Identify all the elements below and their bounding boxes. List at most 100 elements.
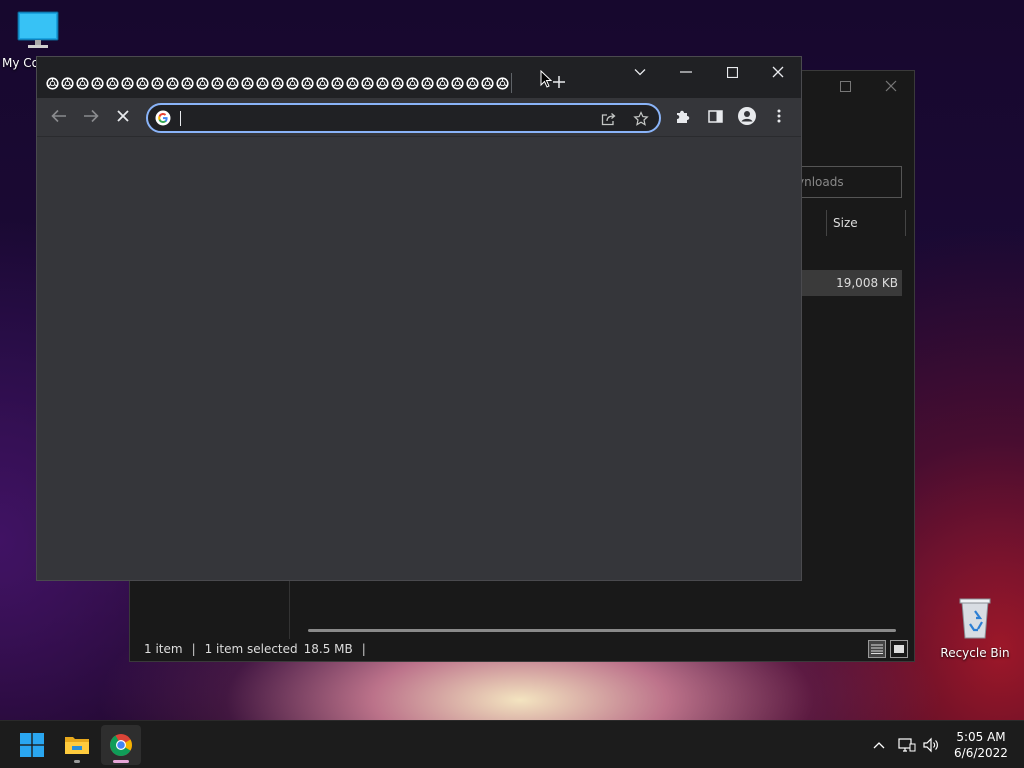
taskbar-file-explorer[interactable] (57, 725, 97, 765)
volume-button[interactable] (920, 733, 942, 757)
maximize-icon (726, 66, 738, 78)
chrome-menu-button[interactable] (765, 102, 793, 130)
chrome-favicon-icon (346, 76, 359, 90)
chrome-favicon-icon (316, 76, 329, 90)
chrome-favicon-icon (76, 76, 89, 90)
side-panel-button[interactable] (701, 102, 729, 130)
plus-icon (553, 76, 565, 88)
close-button[interactable] (755, 57, 801, 87)
address-bar[interactable] (146, 103, 661, 133)
browser-tab[interactable] (195, 73, 210, 93)
details-view-button[interactable] (868, 640, 886, 658)
status-size: 18.5 MB (303, 642, 353, 656)
chrome-favicon-icon (46, 76, 59, 90)
stop-button[interactable] (109, 102, 137, 130)
google-icon (155, 110, 171, 126)
page-content-area[interactable] (37, 137, 801, 580)
clock-date: 6/6/2022 (954, 746, 1008, 760)
extensions-button[interactable] (669, 102, 697, 130)
tab-search-button[interactable] (617, 57, 663, 87)
browser-tab[interactable] (285, 73, 300, 93)
browser-tab[interactable] (135, 73, 150, 93)
chrome-icon (110, 734, 132, 756)
browser-tab[interactable] (390, 73, 405, 93)
maximize-button[interactable] (709, 57, 755, 87)
address-input[interactable] (184, 105, 594, 131)
chrome-favicon-icon (241, 76, 254, 90)
browser-tab[interactable] (210, 73, 225, 93)
chrome-toolbar (37, 98, 801, 137)
browser-tab[interactable] (45, 73, 60, 93)
chrome-favicon-icon (166, 76, 179, 90)
browser-tab[interactable] (75, 73, 90, 93)
column-header-size[interactable]: Size (826, 210, 906, 236)
maximize-icon (839, 80, 851, 92)
chrome-favicon-icon (376, 76, 389, 90)
large-icons-view-button[interactable] (890, 640, 908, 658)
chrome-favicon-icon (466, 76, 479, 90)
browser-tab[interactable] (105, 73, 120, 93)
minimize-button[interactable] (663, 57, 709, 87)
bookmark-button[interactable] (628, 106, 654, 132)
tab-separator (511, 73, 512, 93)
chrome-window[interactable] (36, 56, 802, 581)
chrome-favicon-icon (256, 76, 269, 90)
show-hidden-icons-button[interactable] (870, 733, 888, 757)
file-row-selected[interactable]: 19,008 KB (790, 270, 902, 296)
browser-tab[interactable] (360, 73, 375, 93)
horizontal-scrollbar[interactable] (308, 629, 896, 632)
active-indicator (113, 760, 129, 763)
navigation-pane (130, 571, 290, 639)
network-button[interactable] (896, 733, 918, 757)
profile-button[interactable] (733, 102, 761, 130)
browser-tab[interactable] (330, 73, 345, 93)
browser-tab[interactable] (165, 73, 180, 93)
browser-tab[interactable] (480, 73, 495, 93)
chrome-favicon-icon (496, 76, 509, 90)
arrow-right-icon (84, 109, 99, 123)
taskbar-chrome[interactable] (101, 725, 141, 765)
chrome-title-bar[interactable] (37, 57, 801, 98)
explorer-close-button[interactable] (868, 71, 914, 101)
close-icon (885, 80, 897, 92)
new-tab-button[interactable] (540, 69, 568, 97)
share-button[interactable] (596, 106, 622, 132)
running-indicator (74, 760, 80, 763)
desktop-icon-recycle-bin[interactable]: Recycle Bin (937, 596, 1013, 660)
browser-tab[interactable] (300, 73, 315, 93)
status-separator: | (361, 642, 366, 656)
browser-tab[interactable] (405, 73, 420, 93)
taskbar-clock[interactable]: 5:05 AM 6/6/2022 (946, 729, 1016, 761)
browser-tab[interactable] (375, 73, 390, 93)
browser-tab[interactable] (240, 73, 255, 93)
forward-button[interactable] (77, 102, 105, 130)
browser-tab[interactable] (495, 73, 510, 93)
browser-tab[interactable] (435, 73, 450, 93)
browser-tab[interactable] (270, 73, 285, 93)
back-button[interactable] (45, 102, 73, 130)
browser-tab[interactable] (150, 73, 165, 93)
browser-tab[interactable] (90, 73, 105, 93)
browser-tab[interactable] (420, 73, 435, 93)
stop-icon (117, 110, 129, 122)
clock-time: 5:05 AM (956, 730, 1006, 744)
windows-logo-icon (20, 733, 44, 757)
browser-tab[interactable] (315, 73, 330, 93)
browser-tab[interactable] (180, 73, 195, 93)
browser-tab[interactable] (450, 73, 465, 93)
browser-tab[interactable] (345, 73, 360, 93)
browser-tab[interactable] (120, 73, 135, 93)
browser-tab[interactable] (225, 73, 240, 93)
start-button[interactable] (12, 725, 52, 765)
chrome-favicon-icon (391, 76, 404, 90)
chrome-favicon-icon (196, 76, 209, 90)
browser-tab[interactable] (255, 73, 270, 93)
recycle-bin-icon (959, 598, 991, 639)
chrome-favicon-icon (421, 76, 434, 90)
browser-tab[interactable] (60, 73, 75, 93)
large-icons-view-icon (894, 645, 904, 653)
tab-strip[interactable] (45, 73, 510, 93)
explorer-maximize-button[interactable] (822, 71, 868, 101)
chrome-favicon-icon (451, 76, 464, 90)
browser-tab[interactable] (465, 73, 480, 93)
